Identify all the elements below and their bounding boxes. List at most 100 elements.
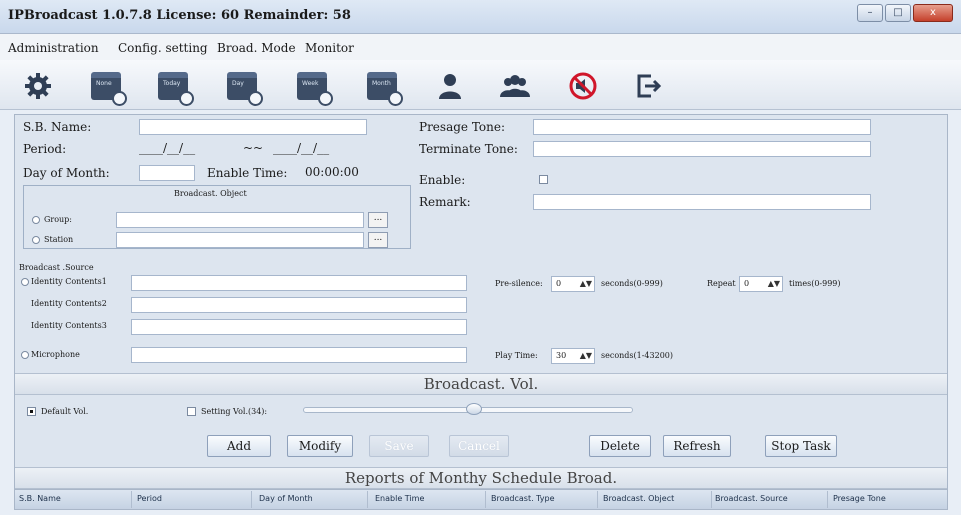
- play-time-stepper[interactable]: 30 ▲▼: [551, 348, 595, 364]
- schedule-form-panel: S.B. Name: Period: ____/__/__ ~~ ____/__…: [14, 114, 948, 510]
- menu-bar: Administration Config. setting Broad. Mo…: [0, 34, 961, 60]
- group-radio[interactable]: [32, 216, 40, 224]
- enable-time-input[interactable]: 00:00:00: [305, 165, 359, 179]
- period-to-input[interactable]: ____/__/__: [273, 141, 329, 155]
- maximize-button[interactable]: □: [885, 4, 911, 22]
- column-header-broadcast-object[interactable]: Broadcast. Object: [603, 494, 674, 503]
- identity3-input[interactable]: [131, 319, 467, 335]
- repeat-value: 0: [744, 279, 750, 288]
- identity1-radio[interactable]: [21, 278, 29, 286]
- day-of-month-label: Day of Month:: [23, 166, 110, 180]
- play-time-unit: seconds(1-43200): [601, 351, 673, 360]
- window-controls: – □ x: [857, 4, 953, 22]
- window-title: IPBroadcast 1.0.7.8 License: 60 Remainde…: [8, 8, 351, 23]
- identity3-label: Identity Contents3: [31, 321, 107, 330]
- calendar-week-icon[interactable]: Week: [292, 68, 333, 106]
- spin-arrows-icon[interactable]: ▲▼: [768, 277, 780, 291]
- microphone-label: Microphone: [31, 350, 80, 359]
- add-button[interactable]: Add: [207, 435, 271, 457]
- calendar-tag: None: [96, 80, 112, 87]
- group-input[interactable]: [116, 212, 364, 228]
- repeat-stepper[interactable]: 0 ▲▼: [739, 276, 783, 292]
- play-time-label: Play Time:: [495, 351, 538, 360]
- volume-slider[interactable]: [303, 403, 633, 415]
- remark-input[interactable]: [533, 194, 871, 210]
- menu-config-setting[interactable]: Config. setting: [118, 41, 208, 55]
- setting-vol-label: Setting Vol.(34):: [201, 407, 268, 416]
- identity1-input[interactable]: [131, 275, 467, 291]
- presage-tone-label: Presage Tone:: [419, 120, 505, 134]
- delete-button[interactable]: Delete: [589, 435, 651, 457]
- calendar-day-icon[interactable]: Day: [222, 68, 263, 106]
- station-input[interactable]: [116, 232, 364, 248]
- default-vol-label: Default Vol.: [41, 407, 89, 416]
- refresh-button[interactable]: Refresh: [663, 435, 731, 457]
- report-section-title: Reports of Monthy Schedule Broad.: [15, 467, 947, 489]
- identity1-label: Identity Contents1: [31, 277, 107, 286]
- day-of-month-select[interactable]: [139, 165, 195, 181]
- group-browse-button[interactable]: ...: [368, 212, 388, 228]
- pre-silence-value: 0: [556, 279, 562, 288]
- identity2-input[interactable]: [131, 297, 467, 313]
- save-button[interactable]: Save: [369, 435, 429, 457]
- calendar-tag: Day: [232, 80, 244, 87]
- microphone-select[interactable]: [131, 347, 467, 363]
- title-bar: IPBroadcast 1.0.7.8 License: 60 Remainde…: [0, 0, 961, 34]
- period-separator: ~~: [243, 141, 264, 155]
- broadcast-source-title: Broadcast .Source: [19, 263, 94, 272]
- calendar-month-icon[interactable]: Month: [362, 68, 403, 106]
- column-header-presage-tone[interactable]: Presage Tone: [833, 494, 886, 503]
- menu-administration[interactable]: Administration: [8, 41, 99, 55]
- station-radio[interactable]: [32, 236, 40, 244]
- column-divider: [827, 491, 828, 508]
- volume-slider-thumb[interactable]: [466, 403, 483, 415]
- setting-vol-checkbox[interactable]: [187, 407, 196, 416]
- menu-monitor[interactable]: Monitor: [305, 41, 354, 55]
- broadcast-object-group: Broadcast. Object Group: ... Station ...: [23, 185, 411, 249]
- terminate-tone-input[interactable]: [533, 141, 871, 157]
- user-icon[interactable]: [430, 68, 470, 104]
- enable-label: Enable:: [419, 173, 466, 187]
- column-divider: [251, 491, 252, 508]
- column-header-broadcast-source[interactable]: Broadcast. Source: [715, 494, 788, 503]
- column-divider: [597, 491, 598, 508]
- spin-arrows-icon[interactable]: ▲▼: [580, 349, 592, 363]
- presage-tone-input[interactable]: [533, 119, 871, 135]
- repeat-unit: times(0-999): [789, 279, 841, 288]
- period-from-input[interactable]: ____/__/__: [139, 141, 195, 155]
- minimize-button[interactable]: –: [857, 4, 883, 22]
- column-header-broadcast-type[interactable]: Broadcast. Type: [491, 494, 555, 503]
- menu-broad-mode[interactable]: Broad. Mode: [217, 41, 296, 55]
- microphone-radio[interactable]: [21, 351, 29, 359]
- modify-button[interactable]: Modify: [287, 435, 353, 457]
- spin-arrows-icon[interactable]: ▲▼: [580, 277, 592, 291]
- column-header-enable-time[interactable]: Enable Time: [375, 494, 424, 503]
- enable-checkbox[interactable]: [539, 175, 548, 184]
- exit-icon[interactable]: [628, 68, 668, 104]
- column-divider: [485, 491, 486, 508]
- repeat-label: Repeat: [707, 279, 736, 288]
- pre-silence-label: Pre-silence:: [495, 279, 543, 288]
- station-browse-button[interactable]: ...: [368, 232, 388, 248]
- identity2-label: Identity Contents2: [31, 299, 107, 308]
- default-vol-checkbox[interactable]: [27, 407, 36, 416]
- column-header-day-of-month[interactable]: Day of Month: [259, 494, 313, 503]
- users-icon[interactable]: [495, 68, 535, 104]
- group-label: Group:: [44, 215, 72, 224]
- calendar-none-icon[interactable]: None: [86, 68, 127, 106]
- column-header-period[interactable]: Period: [137, 494, 162, 503]
- broadcast-object-title: Broadcast. Object: [174, 189, 247, 198]
- stop-task-button[interactable]: Stop Task: [765, 435, 837, 457]
- gear-icon[interactable]: [18, 68, 58, 104]
- mute-icon[interactable]: [563, 68, 603, 104]
- toolbar: None Today Day Week Month: [0, 60, 961, 110]
- calendar-tag: Week: [302, 80, 319, 87]
- column-divider: [131, 491, 132, 508]
- close-button[interactable]: x: [913, 4, 953, 22]
- cancel-button[interactable]: Cancel: [449, 435, 509, 457]
- calendar-tag: Month: [372, 80, 391, 87]
- column-header-sb-name[interactable]: S.B. Name: [19, 494, 61, 503]
- sb-name-input[interactable]: [139, 119, 367, 135]
- calendar-today-icon[interactable]: Today: [153, 68, 194, 106]
- pre-silence-stepper[interactable]: 0 ▲▼: [551, 276, 595, 292]
